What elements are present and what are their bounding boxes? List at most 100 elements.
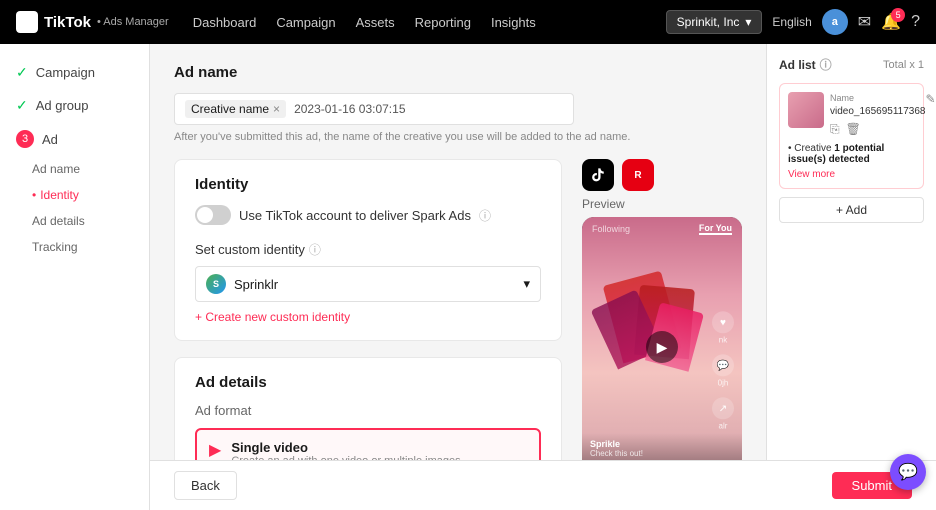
nav-campaign[interactable]: Campaign: [276, 15, 335, 30]
single-video-icon: ▶: [209, 440, 221, 460]
sidebar-label-ad: Ad: [42, 132, 58, 147]
chevron-down-icon-2: ▾: [523, 276, 530, 292]
ad-name-date: 2023-01-16 03:07:15: [294, 102, 405, 116]
create-identity-link[interactable]: + Create new custom identity: [195, 310, 541, 324]
nav-reporting[interactable]: Reporting: [415, 15, 471, 30]
like-action[interactable]: ♥ nk: [712, 311, 734, 344]
ad-card-info: Name video_165695117368 ✎ ⎘ 🗑: [830, 92, 936, 137]
nav-assets[interactable]: Assets: [356, 15, 395, 30]
like-count: nk: [719, 335, 727, 344]
chat-bubble[interactable]: 💬: [890, 454, 926, 490]
check-icon-2: ✓: [16, 97, 28, 114]
ad-card-top: Name video_165695117368 ✎ ⎘ 🗑: [788, 92, 915, 137]
language-selector[interactable]: English: [772, 15, 811, 29]
view-more-link[interactable]: View more: [788, 169, 915, 180]
back-button[interactable]: Back: [174, 471, 237, 500]
spark-ads-toggle[interactable]: [195, 205, 231, 225]
identity-title: Identity: [195, 176, 541, 193]
share-action[interactable]: ↗ alr: [712, 397, 734, 430]
ads-manager-text: • Ads Manager: [97, 16, 169, 28]
sidebar-sub-tracking[interactable]: Tracking: [0, 234, 149, 260]
toggle-knob: [197, 207, 213, 223]
copy-icon[interactable]: ⎘: [830, 122, 840, 137]
notification-badge: 5: [891, 8, 905, 22]
format-single-video-title: Single video: [231, 440, 460, 455]
play-button[interactable]: ▶: [646, 331, 678, 363]
add-ad-button[interactable]: + Add: [779, 197, 924, 223]
identity-and-preview: Identity Use TikTok account to deliver S…: [174, 159, 742, 510]
phone-top-bar: Following For You: [582, 217, 742, 241]
nav-links: Dashboard Campaign Assets Reporting Insi…: [193, 15, 642, 30]
step-number: 3: [16, 130, 34, 148]
tiktok-icon: [16, 11, 38, 33]
edit-icon[interactable]: ✎: [925, 92, 935, 118]
creative-warning: • Creative 1 potential issue(s) detected: [788, 143, 915, 165]
comment-icon: 💬: [712, 354, 734, 376]
phone-preview: Following For You ▶ ♥ nk 💬 0jh: [582, 217, 742, 477]
identity-select-left: S Sprinklr: [206, 274, 278, 294]
ad-card-name: Name video_165695117368: [830, 92, 925, 118]
tag-close-icon[interactable]: ×: [273, 102, 280, 116]
account-selector[interactable]: Sprinkit, Inc ▾: [666, 10, 763, 34]
main-content: Ad name Creative name × 2023-01-16 03:07…: [150, 44, 766, 510]
spark-ads-toggle-row: Use TikTok account to deliver Spark Ads …: [195, 205, 541, 225]
sidebar-sub-identity[interactable]: Identity: [0, 182, 149, 208]
sidebar-sub-addetails[interactable]: Ad details: [0, 208, 149, 234]
creative-name-tag: Creative name ×: [185, 100, 286, 118]
delete-icon[interactable]: 🗑: [846, 122, 861, 137]
ad-name-title: Ad name: [174, 64, 742, 81]
spark-ads-label: Use TikTok account to deliver Spark Ads: [239, 208, 471, 223]
notification-icon[interactable]: 🔔 5: [881, 12, 901, 32]
phone-username: Sprikle: [590, 439, 734, 449]
sidebar-item-ad[interactable]: 3 Ad: [0, 122, 149, 156]
ad-card-actions: ⎘ 🗑: [830, 122, 936, 137]
identity-select[interactable]: S Sprinklr ▾: [195, 266, 541, 302]
ad-thumbnail: [788, 92, 824, 128]
info-icon-3: ⓘ: [820, 56, 832, 73]
platform-icons: R: [582, 159, 742, 191]
nav-insights[interactable]: Insights: [491, 15, 536, 30]
ad-details-title: Ad details: [195, 374, 541, 391]
ad-list-total: Total x 1: [883, 59, 924, 71]
sidebar-item-campaign[interactable]: ✓ Campaign: [0, 56, 149, 89]
sprinklr-avatar: S: [206, 274, 226, 294]
nav-dashboard[interactable]: Dashboard: [193, 15, 257, 30]
following-tab[interactable]: Following: [592, 224, 630, 234]
check-icon: ✓: [16, 64, 28, 81]
share-icon: ↗: [712, 397, 734, 419]
ad-format-label: Ad format: [195, 403, 541, 418]
sidebar-label-adgroup: Ad group: [36, 98, 89, 113]
chevron-down-icon: ▾: [745, 15, 751, 29]
sidebar: ✓ Campaign ✓ Ad group 3 Ad Ad name Ident…: [0, 44, 150, 510]
comment-action[interactable]: 💬 0jh: [712, 354, 734, 387]
nav-right: Sprinkit, Inc ▾ English a ✉ 🔔 5 ?: [666, 9, 920, 35]
identity-name: Sprinklr: [234, 277, 278, 292]
info-icon: ⓘ: [479, 207, 491, 224]
logo: TikTok • Ads Manager: [16, 11, 169, 33]
custom-identity-label: Set custom identity ⓘ: [195, 241, 541, 258]
right-panel: Ad list ⓘ Total x 1 Name video_165695117…: [766, 44, 936, 510]
preview-area: R Preview Following For You: [582, 159, 742, 510]
mail-icon[interactable]: ✉: [858, 12, 871, 32]
red-platform-icon[interactable]: R: [622, 159, 654, 191]
ad-name-section: Ad name Creative name × 2023-01-16 03:07…: [174, 64, 742, 143]
logo-text: TikTok: [44, 14, 91, 31]
phone-desc: Check this out!: [590, 449, 734, 458]
info-icon-2: ⓘ: [309, 241, 321, 258]
ad-name-input-row: Creative name × 2023-01-16 03:07:15: [174, 93, 574, 125]
top-navigation: TikTok • Ads Manager Dashboard Campaign …: [0, 0, 936, 44]
tiktok-platform-icon[interactable]: [582, 159, 614, 191]
avatar[interactable]: a: [822, 9, 848, 35]
help-icon[interactable]: ?: [911, 13, 920, 31]
ad-card: Name video_165695117368 ✎ ⎘ 🗑 • Creative…: [779, 83, 924, 189]
share-count: alr: [719, 421, 728, 430]
chat-icon: 💬: [898, 462, 918, 482]
sidebar-label-campaign: Campaign: [36, 65, 95, 80]
sidebar-item-adgroup[interactable]: ✓ Ad group: [0, 89, 149, 122]
bottom-bar: Back Submit: [150, 460, 936, 510]
sidebar-sub-adname[interactable]: Ad name: [0, 156, 149, 182]
for-you-tab[interactable]: For You: [699, 223, 732, 235]
ad-list-title: Ad list ⓘ: [779, 56, 832, 73]
phone-right-actions: ♥ nk 💬 0jh ↗ alr: [712, 311, 734, 430]
content-main: Identity Use TikTok account to deliver S…: [174, 159, 562, 510]
